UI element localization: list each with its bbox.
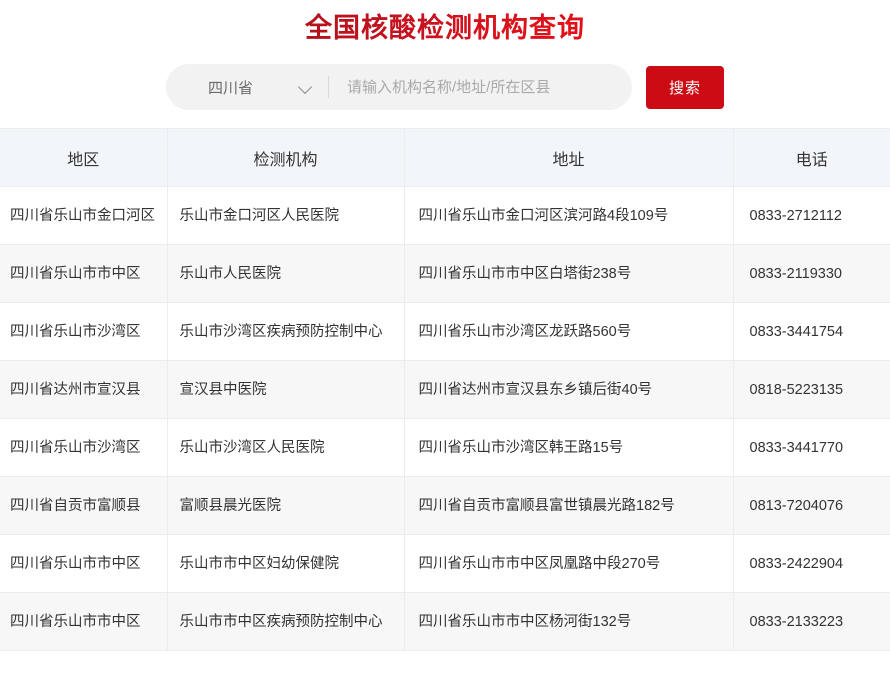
cell-address: 四川省乐山市金口河区滨河路4段109号 bbox=[404, 186, 734, 245]
search-input[interactable] bbox=[329, 65, 628, 109]
table-row[interactable]: 四川省达州市宣汉县 宣汉县中医院 四川省达州市宣汉县东乡镇后街40号 0818-… bbox=[0, 360, 890, 419]
cell-org: 乐山市沙湾区疾病预防控制中心 bbox=[167, 302, 405, 361]
cell-region: 四川省乐山市金口河区 bbox=[0, 186, 168, 245]
cell-phone: 0813-7204076 bbox=[733, 476, 890, 535]
cell-phone: 0833-3441770 bbox=[733, 418, 890, 477]
table-row[interactable]: 四川省乐山市市中区 乐山市人民医院 四川省乐山市市中区白塔街238号 0833-… bbox=[0, 244, 890, 303]
page-title: 全国核酸检测机构查询 bbox=[305, 6, 585, 45]
cell-address: 四川省乐山市沙湾区韩王路15号 bbox=[404, 418, 734, 477]
cell-org: 乐山市沙湾区人民医院 bbox=[167, 418, 405, 477]
table-body: 四川省乐山市金口河区 乐山市金口河区人民医院 四川省乐山市金口河区滨河路4段10… bbox=[0, 186, 890, 651]
region-dropdown-label: 四川省 bbox=[208, 79, 254, 97]
chevron-down-icon bbox=[299, 81, 312, 94]
cell-address: 四川省达州市宣汉县东乡镇后街40号 bbox=[404, 360, 734, 419]
column-header-org: 检测机构 bbox=[167, 128, 405, 187]
table-row[interactable]: 四川省乐山市市中区 乐山市市中区疾病预防控制中心 四川省乐山市市中区杨河街132… bbox=[0, 592, 890, 651]
column-header-region: 地区 bbox=[0, 128, 168, 187]
results-table: 地区 检测机构 地址 电话 四川省乐山市金口河区 乐山市金口河区人民医院 四川省… bbox=[0, 128, 890, 651]
cell-region: 四川省乐山市沙湾区 bbox=[0, 302, 168, 361]
table-row[interactable]: 四川省自贡市富顺县 富顺县晨光医院 四川省自贡市富顺县富世镇晨光路182号 08… bbox=[0, 476, 890, 535]
cell-org: 富顺县晨光医院 bbox=[167, 476, 405, 535]
cell-address: 四川省自贡市富顺县富世镇晨光路182号 bbox=[404, 476, 734, 535]
cell-org: 宣汉县中医院 bbox=[167, 360, 405, 419]
column-header-address: 地址 bbox=[404, 128, 734, 187]
cell-phone: 0833-2422904 bbox=[733, 534, 890, 593]
cell-address: 四川省乐山市市中区杨河街132号 bbox=[404, 592, 734, 651]
table-row[interactable]: 四川省乐山市金口河区 乐山市金口河区人民医院 四川省乐山市金口河区滨河路4段10… bbox=[0, 186, 890, 245]
column-header-phone: 电话 bbox=[733, 128, 890, 187]
search-bar: 四川省 搜索 bbox=[0, 64, 890, 110]
cell-org: 乐山市市中区疾病预防控制中心 bbox=[167, 592, 405, 651]
page-header: 全国核酸检测机构查询 bbox=[0, 0, 890, 46]
table-row[interactable]: 四川省乐山市市中区 乐山市市中区妇幼保健院 四川省乐山市市中区凤凰路中段270号… bbox=[0, 534, 890, 593]
cell-region: 四川省乐山市市中区 bbox=[0, 244, 168, 303]
table-row[interactable]: 四川省乐山市沙湾区 乐山市沙湾区人民医院 四川省乐山市沙湾区韩王路15号 083… bbox=[0, 418, 890, 477]
cell-region: 四川省达州市宣汉县 bbox=[0, 360, 168, 419]
table-header-row: 地区 检测机构 地址 电话 bbox=[0, 128, 890, 187]
cell-region: 四川省自贡市富顺县 bbox=[0, 476, 168, 535]
cell-address: 四川省乐山市市中区凤凰路中段270号 bbox=[404, 534, 734, 593]
cell-region: 四川省乐山市沙湾区 bbox=[0, 418, 168, 477]
cell-org: 乐山市人民医院 bbox=[167, 244, 405, 303]
page-root: 全国核酸检测机构查询 四川省 搜索 地区 检测机构 地址 电话 bbox=[0, 0, 890, 681]
region-dropdown[interactable]: 四川省 bbox=[170, 65, 328, 109]
cell-region: 四川省乐山市市中区 bbox=[0, 592, 168, 651]
search-button[interactable]: 搜索 bbox=[646, 65, 724, 109]
cell-org: 乐山市金口河区人民医院 bbox=[167, 186, 405, 245]
cell-region: 四川省乐山市市中区 bbox=[0, 534, 168, 593]
cell-phone: 0833-3441754 bbox=[733, 302, 890, 361]
results-table-container: 地区 检测机构 地址 电话 四川省乐山市金口河区 乐山市金口河区人民医院 四川省… bbox=[0, 128, 890, 651]
cell-org: 乐山市市中区妇幼保健院 bbox=[167, 534, 405, 593]
table-head: 地区 检测机构 地址 电话 bbox=[0, 128, 890, 187]
cell-phone: 0833-2133223 bbox=[733, 592, 890, 651]
cell-phone: 0833-2119330 bbox=[733, 244, 890, 303]
cell-phone: 0818-5223135 bbox=[733, 360, 890, 419]
cell-phone: 0833-2712112 bbox=[733, 186, 890, 245]
cell-address: 四川省乐山市市中区白塔街238号 bbox=[404, 244, 734, 303]
cell-address: 四川省乐山市沙湾区龙跃路560号 bbox=[404, 302, 734, 361]
search-pill: 四川省 bbox=[166, 64, 632, 110]
table-row[interactable]: 四川省乐山市沙湾区 乐山市沙湾区疾病预防控制中心 四川省乐山市沙湾区龙跃路560… bbox=[0, 302, 890, 361]
